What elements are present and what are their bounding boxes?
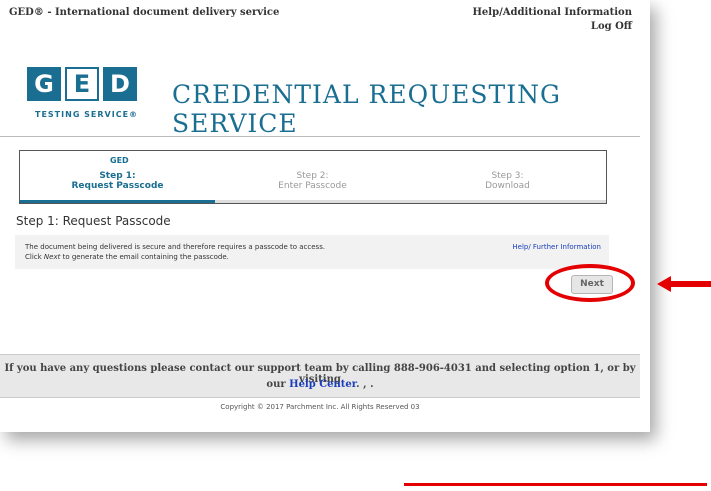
info-line-2-prefix: Click: [25, 253, 44, 261]
red-annotation-strip: [404, 483, 707, 486]
step-2-name: Enter Passcode: [278, 181, 347, 191]
header-divider: [0, 136, 640, 137]
step-1-active-bar: [20, 200, 215, 203]
copyright-text: Copyright © 2017 Parchment Inc. All Righ…: [220, 403, 420, 411]
step-1: GED Step 1: Request Passcode: [20, 151, 215, 203]
help-center-link[interactable]: Help Center: [289, 379, 356, 390]
support-line-2-prefix: our: [266, 379, 290, 390]
step-2-number: Step 2:: [296, 171, 329, 181]
support-line-2-suffix: . , .: [356, 379, 374, 390]
info-line-2: Click Next to generate the email contain…: [25, 253, 229, 261]
step-2: Step 2: Enter Passcode: [215, 151, 410, 203]
support-line-2: our Help Center. , .: [0, 379, 640, 390]
logo-letter-d: D: [103, 67, 137, 101]
support-footer: If you have any questions please contact…: [0, 354, 640, 398]
step-1-number: Step 1:: [99, 171, 136, 181]
site-title: GED® - International document delivery s…: [9, 7, 280, 18]
help-additional-info-link[interactable]: Help/Additional Information: [472, 7, 632, 18]
logoff-link[interactable]: Log Off: [591, 21, 632, 32]
red-arrow-annotation-icon: [657, 276, 711, 292]
logo-tagline: TESTING SERVICE®: [35, 110, 139, 119]
logo-letter-e: E: [65, 67, 99, 101]
step-1-name: Request Passcode: [71, 181, 164, 191]
step-3-name: Download: [485, 181, 530, 191]
page-title: CREDENTIAL REQUESTING SERVICE: [172, 80, 561, 138]
info-line-2-next: Next: [43, 253, 61, 261]
browser-page: GED® - International document delivery s…: [0, 0, 640, 420]
info-line-2-suffix: to generate the email containing the pas…: [60, 253, 229, 261]
info-box: The document being delivered is secure a…: [15, 235, 609, 269]
top-bar: GED® - International document delivery s…: [0, 0, 640, 40]
step-3: Step 3: Download: [410, 151, 605, 203]
ged-mini-icon: GED: [110, 156, 129, 165]
highlight-circle-annotation: [545, 264, 635, 302]
help-further-info-link[interactable]: Help/ Further Information: [512, 243, 601, 251]
info-line-1: The document being delivered is secure a…: [25, 243, 326, 251]
step-3-number: Step 3:: [491, 171, 524, 181]
ged-logo: G E D TESTING SERVICE®: [27, 67, 147, 127]
step-progress: GED Step 1: Request Passcode Step 2: Ent…: [19, 150, 607, 204]
logo-letter-g: G: [27, 67, 61, 101]
section-heading: Step 1: Request Passcode: [16, 214, 171, 228]
